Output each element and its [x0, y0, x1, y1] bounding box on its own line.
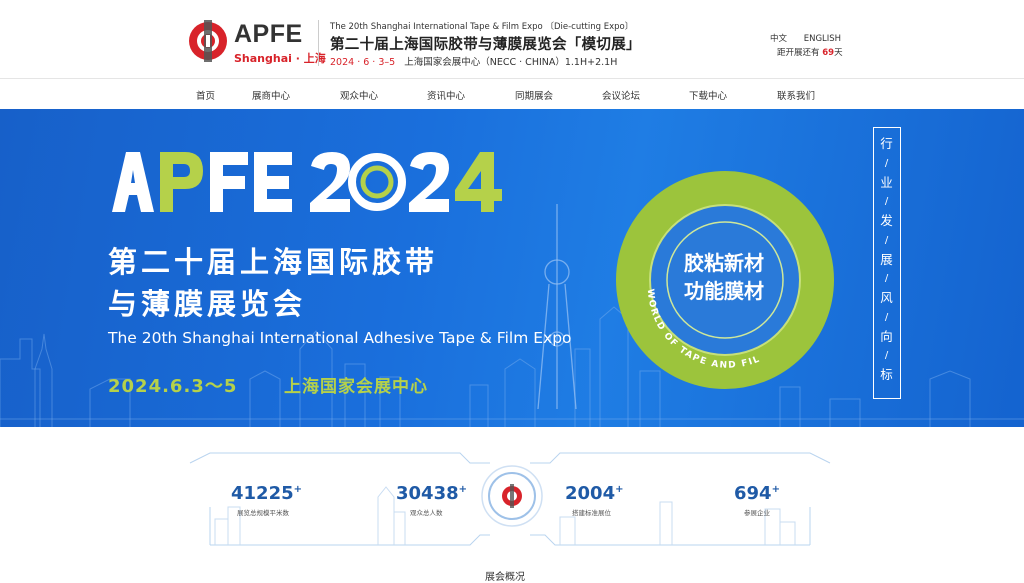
language-switcher: 中文 ENGLISH [770, 32, 855, 44]
header-divider [318, 20, 319, 66]
trend-char: 展 [880, 251, 893, 267]
expo-cn-title-line2: 与薄膜展览会 [108, 287, 307, 321]
trend-char: 行 [880, 136, 893, 151]
industry-trend-text: 行 / 业 / 发 / 展 / 风 / 向 / 标 [874, 134, 899, 385]
stat-booths-label: 搭建标准展位 [572, 509, 611, 517]
expo-venue: 上海国家会展中心（NECC · CHINA）1.1H+2.1H [404, 57, 618, 68]
expo-chinese-name: 第二十届上海国际胶带与薄膜展览会「模切展」 [330, 37, 641, 53]
hero-banner[interactable]: WORLD OF TAPE AND FILM 第二十届上海国际胶带 与薄膜展览会… [0, 109, 1024, 427]
logo-subtitle: Shanghai · 上海 [234, 52, 326, 65]
nav-item-downloads[interactable]: 下载中心 [689, 88, 727, 102]
lang-chinese-link[interactable]: 中文 [770, 34, 787, 44]
nav-item-visitors[interactable]: 观众中心 [340, 88, 378, 102]
countdown-prefix: 距开展还有 [777, 48, 820, 58]
stats-section: 41225+ 展览总规模平米数 30438+ 观众总人数 2004+ 搭建标准展… [0, 427, 1024, 583]
stat-booths-value: 2004+ [565, 483, 624, 504]
logo-text: APFE [234, 20, 303, 48]
apfe-logo-icon [189, 20, 227, 62]
lang-english-link[interactable]: ENGLISH [804, 34, 841, 44]
nav-item-home[interactable]: 首页 [196, 88, 215, 102]
industry-trend-box: 行 / 业 / 发 / 展 / 风 / 向 / 标 [873, 127, 901, 399]
countdown: 距开展还有 69天 [777, 46, 843, 58]
nav-item-exhibitors[interactable]: 展商中心 [252, 88, 290, 102]
apfe-2024-title [112, 152, 502, 212]
banner-date: 2024.6.3～5 [108, 376, 238, 397]
trend-char: 业 [880, 174, 893, 190]
expo-en-title: The 20th Shanghai International Adhesive… [108, 329, 572, 347]
countdown-days: 69 [822, 48, 835, 58]
expo-cn-title-line1: 第二十届上海国际胶带 [108, 245, 439, 279]
ring-line1: 胶粘新材 [684, 251, 764, 275]
main-nav: 首页 展商中心 观众中心 资讯中心 同期展会 会议论坛 下载中心 联系我们 [0, 78, 1024, 109]
stat-visitors-value: 30438+ [396, 483, 468, 504]
nav-item-news[interactable]: 资讯中心 [427, 88, 465, 102]
trend-separator: / [884, 273, 889, 284]
trend-separator: / [884, 350, 889, 361]
stat-exhibitors-label: 参展企业 [744, 509, 770, 517]
stat-area-label: 展览总规模平米数 [237, 509, 289, 517]
nav-item-contact[interactable]: 联系我们 [777, 88, 815, 102]
trend-char: 发 [880, 213, 893, 228]
countdown-suffix: 天 [834, 48, 843, 58]
nav-item-forums[interactable]: 会议论坛 [602, 88, 640, 102]
nav-item-concurrent-events[interactable]: 同期展会 [515, 88, 553, 102]
stat-exhibitors-value: 694+ [734, 483, 780, 504]
ring-center-text: 胶粘新材 功能膜材 [666, 249, 782, 305]
trend-separator: / [884, 234, 889, 246]
trend-separator: / [884, 196, 889, 207]
stat-area-value: 41225+ [231, 483, 303, 504]
trend-char: 向 [880, 328, 893, 344]
expo-cn-title: 第二十届上海国际胶带 与薄膜展览会 [108, 241, 438, 325]
site-header: APFE Shanghai · 上海 The 20th Shanghai Int… [0, 0, 1024, 78]
stat-visitors-label: 观众总人数 [410, 509, 443, 517]
trend-separator: / [884, 311, 889, 323]
apfe-logo[interactable]: APFE Shanghai · 上海 [187, 18, 326, 66]
expo-date: 2024 · 6 · 3–5 [330, 57, 396, 68]
banner-venue: 上海国家会展中心 [284, 377, 428, 397]
trend-separator: / [884, 157, 889, 169]
trend-char: 风 [880, 290, 893, 305]
expo-date-venue: 2024 · 6 · 3–5 上海国家会展中心（NECC · CHINA）1.1… [330, 54, 617, 68]
stats-decoration [189, 452, 831, 546]
ring-line2: 功能膜材 [684, 279, 764, 303]
trend-char: 标 [880, 367, 893, 382]
expo-english-name: The 20th Shanghai International Tape & F… [330, 22, 634, 32]
